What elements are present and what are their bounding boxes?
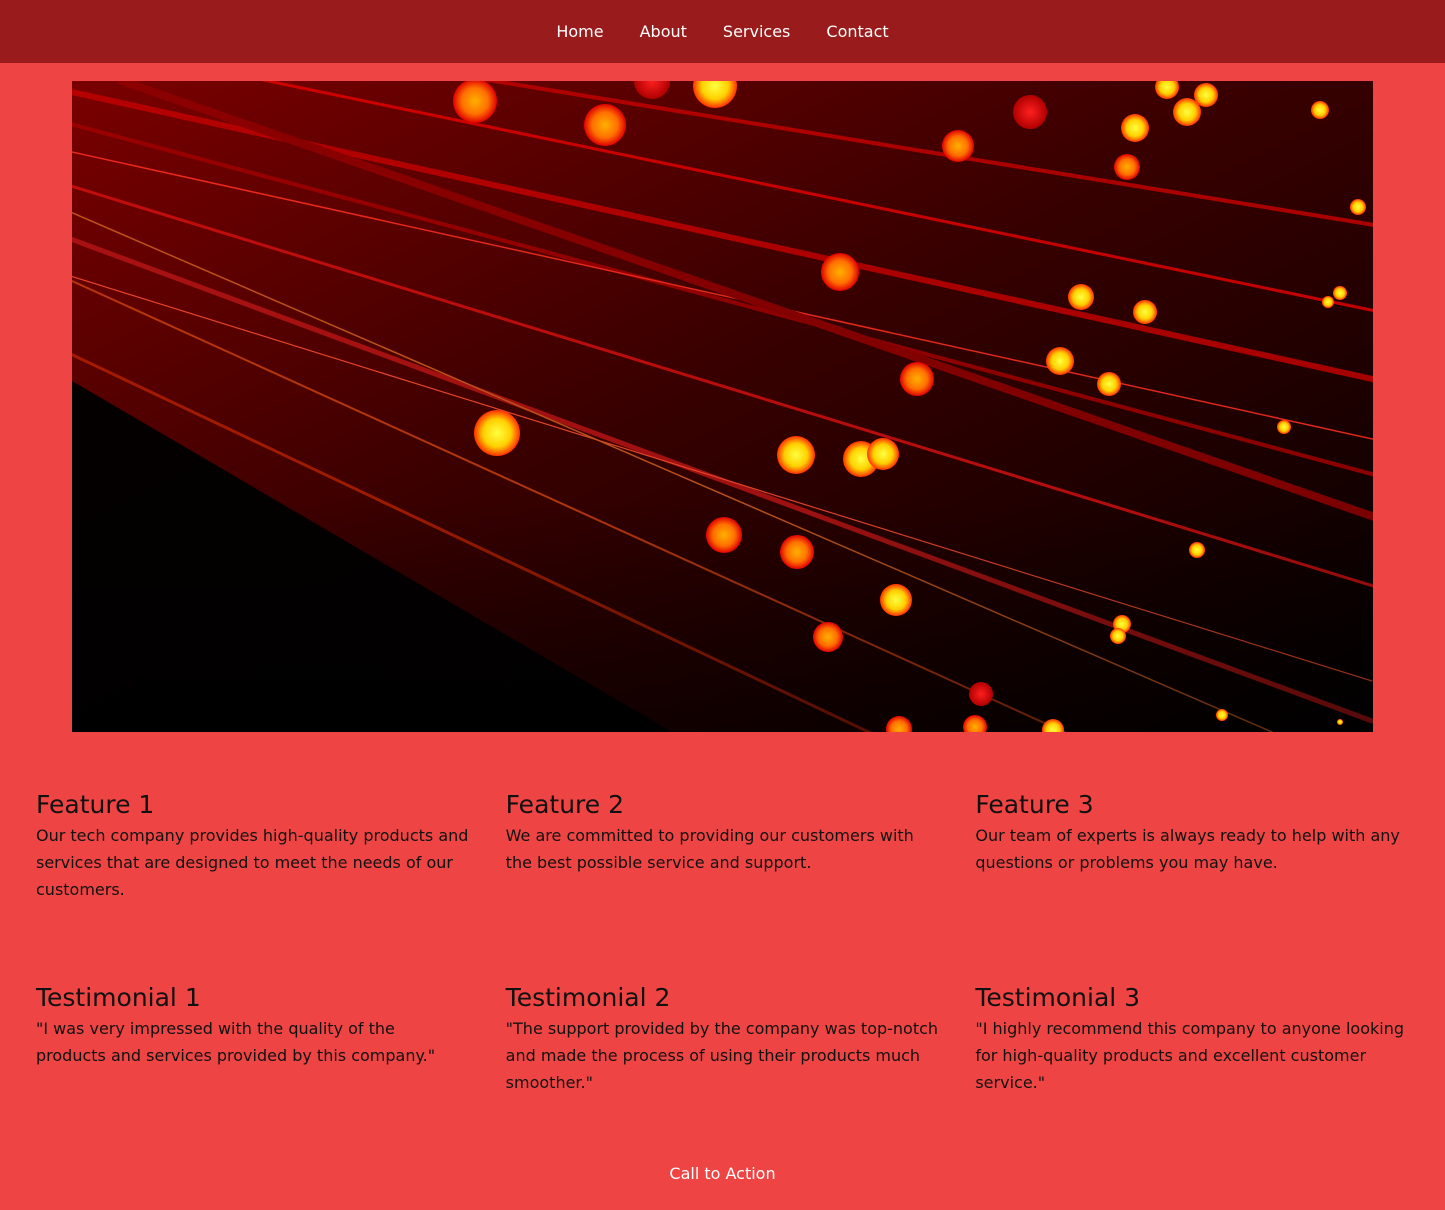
feature-title: Feature 1: [36, 790, 155, 819]
feature-text: Our team of experts is always ready to h…: [975, 826, 1400, 872]
testimonial-title: Testimonial 1: [36, 983, 201, 1012]
feature-title: Feature 2: [505, 790, 624, 819]
testimonial-title: Testimonial 2: [505, 983, 671, 1012]
nav-link-about[interactable]: About: [640, 22, 687, 41]
feature-card: Feature 3 Our team of experts is always …: [975, 790, 1409, 903]
testimonial-card: Testimonial 3 "I highly recommend this c…: [975, 983, 1409, 1096]
feature-text: We are committed to providing our custom…: [505, 826, 914, 872]
testimonial-text: "I was very impressed with the quality o…: [36, 1019, 436, 1065]
nav-link-services[interactable]: Services: [723, 22, 790, 41]
call-to-action-button[interactable]: Call to Action: [669, 1164, 775, 1183]
testimonial-text: "I highly recommend this company to anyo…: [975, 1019, 1405, 1092]
testimonial-card: Testimonial 2 "The support provided by t…: [506, 983, 940, 1096]
feature-title: Feature 3: [975, 790, 1094, 819]
nav-link-contact[interactable]: Contact: [826, 22, 888, 41]
testimonial-title: Testimonial 3: [975, 983, 1141, 1012]
feature-text: Our tech company provides high-quality p…: [36, 826, 469, 899]
features-section: Feature 1 Our tech company provides high…: [0, 790, 1445, 903]
top-navbar: Home About Services Contact: [0, 0, 1445, 63]
feature-card: Feature 2 We are committed to providing …: [506, 790, 940, 903]
nav-link-home[interactable]: Home: [556, 22, 603, 41]
testimonials-section: Testimonial 1 "I was very impressed with…: [0, 983, 1445, 1096]
feature-card: Feature 1 Our tech company provides high…: [36, 790, 470, 903]
testimonial-card: Testimonial 1 "I was very impressed with…: [36, 983, 470, 1096]
cta-section: Call to Action: [0, 1164, 1445, 1183]
hero-image: [72, 81, 1373, 732]
testimonial-text: "The support provided by the company was…: [505, 1019, 939, 1092]
